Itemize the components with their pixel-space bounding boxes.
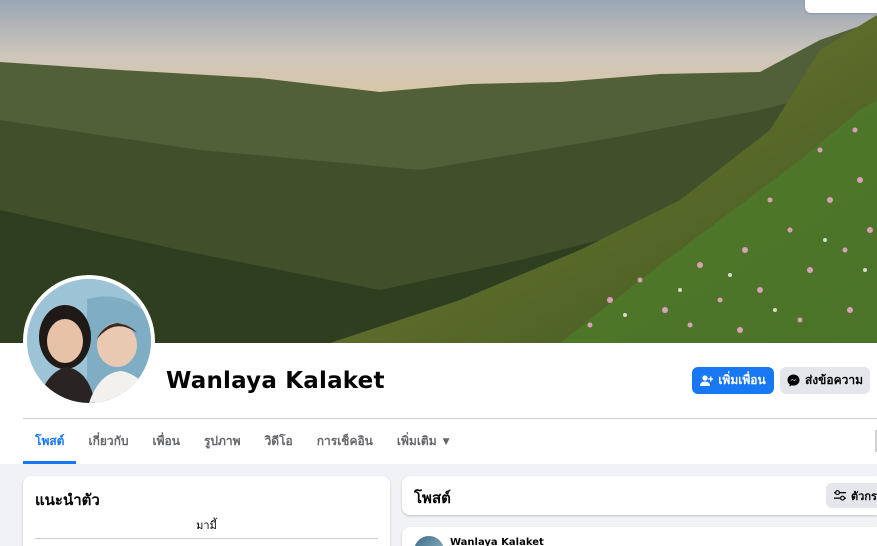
message-button[interactable]: ส่งข้อความ xyxy=(780,367,870,394)
tab-more[interactable]: เพิ่มเติม ▼ xyxy=(385,419,462,464)
add-friend-button[interactable]: เพิ่มเพื่อน xyxy=(692,367,774,394)
filter-label: ตัวกร xyxy=(851,489,877,503)
tab-checkins[interactable]: การเช็คอิน xyxy=(305,419,385,464)
tab-label: รูปภาพ xyxy=(203,434,241,448)
profile-avatar[interactable] xyxy=(23,275,155,407)
avatar-photo xyxy=(27,279,151,403)
tab-about[interactable]: เกี่ยวกับ xyxy=(76,419,140,464)
intro-card: แนะนำตัว มามี้ xyxy=(23,476,390,546)
top-overlay-box xyxy=(805,0,877,13)
post-author-avatar[interactable] xyxy=(414,536,444,546)
posts-title: โพสต์ xyxy=(414,489,451,507)
intro-title: แนะนำตัว xyxy=(35,491,100,509)
profile-tabs: โพสต์ เกี่ยวกับ เพื่อน รูปภาพ วิดีโอ การ… xyxy=(23,419,462,464)
tab-label: เพื่อน xyxy=(152,434,180,448)
tab-label: วิดีโอ xyxy=(264,434,293,448)
post-author-name[interactable]: Wanlaya Kalaket xyxy=(450,537,544,546)
tab-label: เกี่ยวกับ xyxy=(88,434,129,448)
tab-label: เพิ่มเติม xyxy=(396,434,437,448)
caret-down-icon: ▼ xyxy=(442,436,450,447)
tab-friends[interactable]: เพื่อน xyxy=(141,419,192,464)
add-friend-label: เพิ่มเพื่อน xyxy=(718,373,766,387)
filter-button[interactable]: ตัวกร xyxy=(826,483,877,508)
profile-name: Wanlaya Kalaket xyxy=(166,368,385,394)
messenger-icon xyxy=(787,374,800,387)
tab-posts[interactable]: โพสต์ xyxy=(23,419,77,464)
avatar-illustration xyxy=(27,279,151,403)
posts-header-card: โพสต์ ตัวกร xyxy=(402,476,877,515)
intro-divider xyxy=(35,538,378,539)
tab-label: โพสต์ xyxy=(35,434,65,448)
tab-label: การเช็คอิน xyxy=(316,434,373,448)
filter-sliders-icon xyxy=(834,490,846,501)
post-card: Wanlaya Kalaket xyxy=(402,527,877,546)
tab-photos[interactable]: รูปภาพ xyxy=(192,419,253,464)
intro-bio-text: มามี้ xyxy=(196,519,217,532)
tab-videos[interactable]: วิดีโอ xyxy=(253,419,305,464)
add-friend-icon xyxy=(700,374,714,386)
message-label: ส่งข้อความ xyxy=(804,373,863,387)
